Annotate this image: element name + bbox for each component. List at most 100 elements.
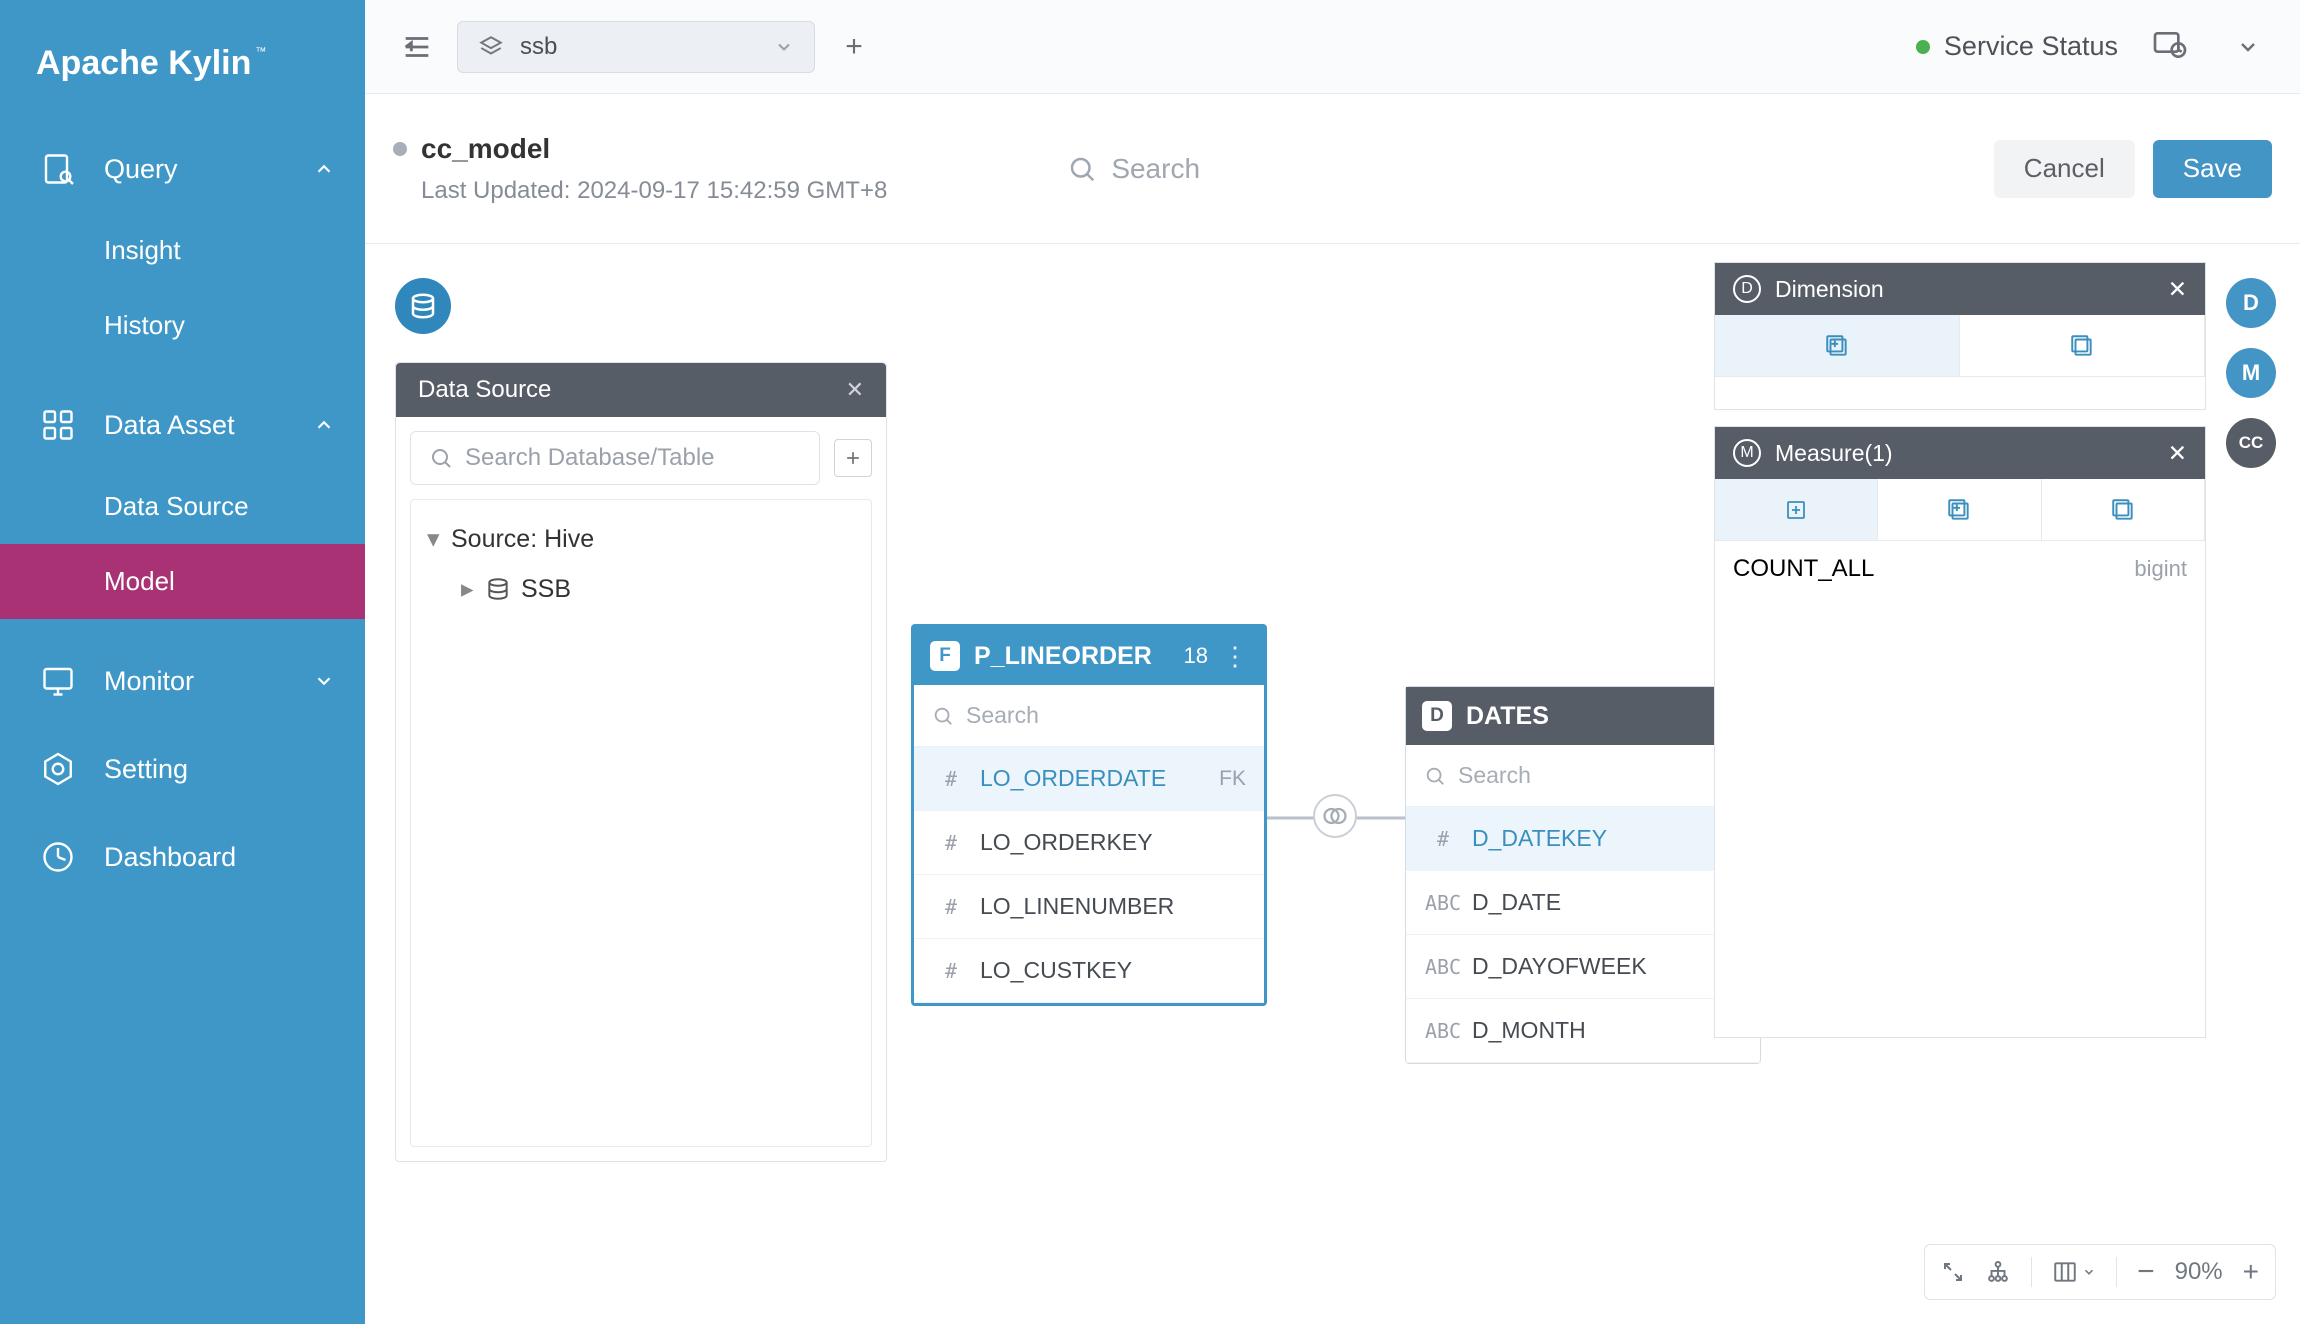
table-column[interactable]: #LO_CUSTKEY <box>914 939 1264 1003</box>
table-dates[interactable]: D DATES 1 Search #D_DATEKEYABCD_DATEABCD… <box>1405 686 1761 1064</box>
table-p-lineorder[interactable]: F P_LINEORDER 18 ⋮ Search #LO_ORDERDATEF… <box>911 624 1267 1006</box>
measure-stack[interactable] <box>2042 479 2205 541</box>
data-source-toggle[interactable] <box>395 278 451 334</box>
data-source-tree: ▾ Source: Hive ▸ SSB <box>410 499 872 1147</box>
column-type-icon: # <box>932 831 970 855</box>
dashboard-icon <box>36 835 80 879</box>
zoom-bar: − 90% + <box>1924 1244 2276 1300</box>
data-asset-icon <box>36 403 80 447</box>
zoom-out-button[interactable]: − <box>2137 1255 2155 1289</box>
measure-icon: M <box>1733 439 1761 467</box>
tree-view-button[interactable] <box>1985 1259 2011 1285</box>
layout-button[interactable] <box>2052 1259 2096 1285</box>
setting-icon <box>36 747 80 791</box>
nav-history[interactable]: History <box>0 288 365 363</box>
nav-monitor[interactable]: Monitor <box>0 637 365 725</box>
table-column[interactable]: #LO_LINENUMBER <box>914 875 1264 939</box>
join-badge[interactable] <box>1313 794 1357 838</box>
model-title: cc_model <box>393 133 887 165</box>
save-button[interactable]: Save <box>2153 140 2272 198</box>
right-rail: D M CC <box>2226 278 2276 468</box>
search-icon <box>429 446 453 470</box>
data-source-panel-title: Data Source ✕ <box>396 363 886 417</box>
nav-insight[interactable]: Insight <box>0 213 365 288</box>
dim-badge-icon: D <box>1422 701 1452 731</box>
table-column[interactable]: ABCD_DATE <box>1406 871 1760 935</box>
kebab-icon[interactable]: ⋮ <box>1222 641 1248 672</box>
user-menu[interactable] <box>2226 25 2270 69</box>
fullscreen-button[interactable] <box>1941 1260 1965 1284</box>
sidebar: Apache Kylin™ Query Insight History Data… <box>0 0 365 1324</box>
rail-cc-button[interactable]: CC <box>2226 418 2276 468</box>
topbar: ssb + Service Status <box>365 0 2300 94</box>
tree-db-row[interactable]: ▸ SSB <box>427 564 855 614</box>
tree-source-row[interactable]: ▾ Source: Hive <box>427 514 855 564</box>
rail-dimension-button[interactable]: D <box>2226 278 2276 328</box>
chevron-up-icon <box>313 158 335 180</box>
nav-model[interactable]: Model <box>0 544 365 619</box>
dimension-stack[interactable] <box>1960 315 2205 377</box>
table-search[interactable]: Search <box>1406 745 1760 807</box>
nav: Query Insight History Data Asset Data So… <box>0 107 365 1324</box>
column-type-icon: # <box>932 959 970 983</box>
close-icon[interactable]: ✕ <box>2168 440 2187 467</box>
zoom-in-button[interactable]: + <box>2243 1256 2259 1288</box>
add-data-source-button[interactable] <box>834 439 872 477</box>
model-last-updated: Last Updated: 2024-09-17 15:42:59 GMT+8 <box>421 177 887 205</box>
column-type-icon: ABC <box>1424 1019 1462 1043</box>
chevron-down-icon <box>313 670 335 692</box>
measure-panel: M Measure(1) ✕ <box>1714 426 2206 1038</box>
table-header[interactable]: D DATES 1 <box>1406 687 1760 745</box>
dimension-batch-add[interactable] <box>1715 315 1960 377</box>
table-column[interactable]: #D_DATEKEY <box>1406 807 1760 871</box>
measure-batch-add[interactable] <box>1878 479 2041 541</box>
system-icon[interactable] <box>2150 25 2194 69</box>
nav-setting[interactable]: Setting <box>0 725 365 813</box>
data-source-search[interactable]: Search Database/Table <box>410 431 820 485</box>
search-icon <box>1067 154 1097 184</box>
model-search[interactable]: Search <box>1067 153 1200 185</box>
service-status[interactable]: Service Status <box>1916 31 2118 62</box>
dimension-icon: D <box>1733 275 1761 303</box>
rail-measure-button[interactable]: M <box>2226 348 2276 398</box>
column-type-icon: ABC <box>1424 955 1462 979</box>
caret-down-icon: ▾ <box>427 524 451 554</box>
sidebar-toggle[interactable] <box>395 25 439 69</box>
table-column[interactable]: ABCD_DAYOFWEEK <box>1406 935 1760 999</box>
chevron-down-icon <box>774 37 794 57</box>
layers-icon <box>478 34 504 60</box>
dimension-panel: D Dimension ✕ <box>1714 262 2206 410</box>
measure-add[interactable] <box>1715 479 1878 541</box>
query-icon <box>36 147 80 191</box>
project-select[interactable]: ssb <box>457 21 815 73</box>
database-icon <box>485 576 511 602</box>
nav-query[interactable]: Query <box>0 125 365 213</box>
column-type-icon: # <box>932 767 970 791</box>
close-icon[interactable]: ✕ <box>2168 276 2187 303</box>
nav-dashboard[interactable]: Dashboard <box>0 813 365 901</box>
measure-row[interactable]: COUNT_ALLbigint <box>1715 541 2205 597</box>
table-column[interactable]: #LO_ORDERDATEFK <box>914 747 1264 811</box>
fact-badge-icon: F <box>930 641 960 671</box>
brand: Apache Kylin™ <box>0 20 365 107</box>
model-status-dot-icon <box>393 142 407 156</box>
measure-datatype: bigint <box>2134 556 2187 582</box>
column-type-icon: # <box>932 895 970 919</box>
column-type-icon: ABC <box>1424 891 1462 915</box>
table-column[interactable]: ABCD_MONTH <box>1406 999 1760 1063</box>
nav-data-asset[interactable]: Data Asset <box>0 381 365 469</box>
search-icon <box>932 705 954 727</box>
search-icon <box>1424 765 1446 787</box>
canvas[interactable]: Data Source ✕ Search Database/Table <box>365 244 2300 1324</box>
join-icon <box>1313 794 1357 838</box>
nav-data-source[interactable]: Data Source <box>0 469 365 544</box>
dimension-title: D Dimension ✕ <box>1715 263 2205 315</box>
column-tag: FK <box>1219 767 1246 791</box>
table-column[interactable]: #LO_ORDERKEY <box>914 811 1264 875</box>
caret-right-icon: ▸ <box>461 574 485 604</box>
table-search[interactable]: Search <box>914 685 1264 747</box>
close-icon[interactable]: ✕ <box>846 377 864 403</box>
table-header[interactable]: F P_LINEORDER 18 ⋮ <box>914 627 1264 685</box>
cancel-button[interactable]: Cancel <box>1994 140 2135 198</box>
add-project-button[interactable]: + <box>833 26 875 68</box>
